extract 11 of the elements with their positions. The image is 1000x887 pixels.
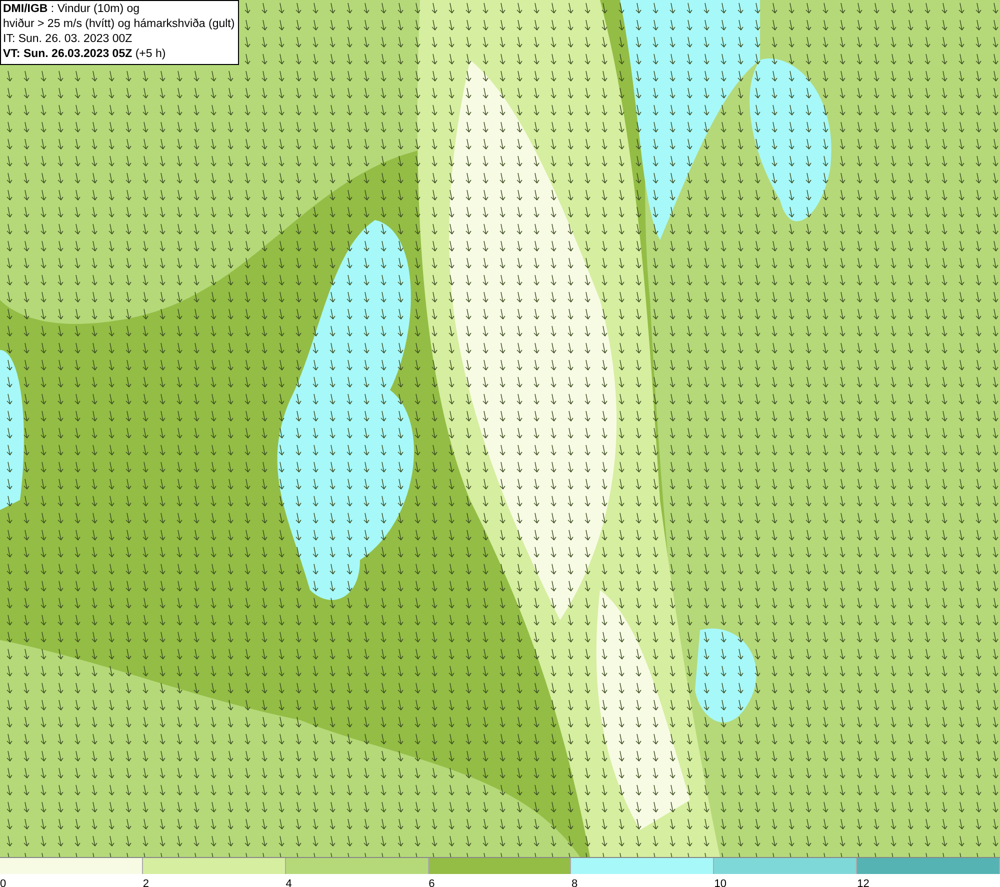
header-text: VT: Sun. 26.03.2023 05Z (+5 h) bbox=[3, 47, 167, 62]
header-text: IT: Sun. 26. 03. 2023 00Z bbox=[3, 32, 134, 47]
legend-tick-label: 10 bbox=[714, 878, 727, 887]
legend-tick-label: 8 bbox=[571, 878, 578, 887]
legend-tick-label: 6 bbox=[428, 878, 435, 887]
header-text: DMI/IGB : Vindur (10m) og bbox=[3, 2, 141, 17]
header-text: hviður > 25 m/s (hvítt) og hámarkshviða (gult) bbox=[3, 17, 235, 32]
legend-tick-label: 0 bbox=[0, 878, 6, 887]
legend-tick-label: 12 bbox=[857, 878, 870, 887]
legend-tick-label: 4 bbox=[286, 878, 292, 887]
legend-tick-label: 2 bbox=[142, 878, 149, 887]
